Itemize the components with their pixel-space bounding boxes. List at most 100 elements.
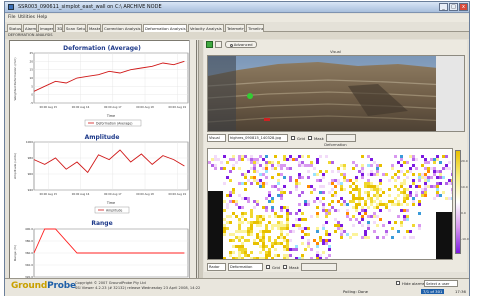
map-pixel [244,251,247,254]
map-pixel [412,203,415,206]
map-pixel [238,254,241,257]
map-pixel [355,197,358,200]
deformation-map[interactable] [207,148,453,260]
charts-scrollbar[interactable] [189,40,196,280]
menu-utilities[interactable]: Utilities [18,15,35,20]
map-pixel [421,191,424,194]
map-pixel [307,239,310,242]
map-mask-cell [220,239,223,242]
minimize-button[interactable]: _ [439,3,448,11]
map-pixel [286,215,289,218]
map-pixel [367,206,370,209]
deformation-ytick-label: 15 [29,68,33,72]
pin-icon[interactable] [215,41,222,48]
map-pixel [238,227,241,230]
add-icon[interactable] [206,41,213,48]
map-pixel [346,209,349,212]
tab-velocity-analysis[interactable]: Velocity Analysis [188,24,224,32]
deformation-mask-select[interactable] [301,263,337,271]
advanced-button[interactable]: Advanced [225,41,257,48]
map-pixel [232,164,235,167]
map-pixel [274,239,277,242]
deformation-ytick-label: 0 [31,93,33,97]
map-pixel [427,176,430,179]
visual-mask-checkbox[interactable] [308,136,312,140]
map-pixel [232,245,235,248]
map-pixel [379,203,382,206]
splitter[interactable] [198,40,203,280]
tab-correction-analysis[interactable]: Correction Analysis [102,24,142,32]
map-mask-cell [214,221,217,224]
tab-status[interactable]: Status [7,24,22,32]
scale-tick-label: 0.0 [461,211,466,215]
close-button[interactable]: x [459,3,468,11]
map-pixel [253,221,256,224]
map-pixel [427,185,430,188]
map-pixel [418,203,421,206]
map-mask-cell [448,248,451,251]
hide-alarms-checkbox[interactable] [396,281,400,285]
map-pixel [271,242,274,245]
map-pixel [436,188,439,191]
map-pixel [418,224,421,227]
range-yticks: 400.0380.0360.0340.0320.0 [25,227,33,279]
map-pixel [331,206,334,209]
map-pixel [226,221,229,224]
map-pixel [322,251,325,254]
tab-telemetry[interactable]: Telemetry [225,24,245,32]
visual-mask-select[interactable] [326,134,356,142]
map-mask-cell [214,251,217,254]
tab-masks[interactable]: Masks [87,24,101,32]
map-pixel [265,245,268,248]
tab-images[interactable]: Images [38,24,54,32]
map-pixel [241,206,244,209]
maximize-button[interactable]: □ [449,3,458,11]
map-pixel [277,188,280,191]
map-pixel [235,230,238,233]
map-pixel [235,236,238,239]
deformation-grid-checkbox[interactable] [266,265,270,269]
user-select[interactable]: Select a user [424,280,458,287]
map-pixel [241,155,244,158]
menu-file[interactable]: File [8,15,16,20]
map-pixel [325,215,328,218]
map-pixel [286,242,289,245]
map-mask-cell [439,230,442,233]
map-pixel [355,185,358,188]
map-mask-cell [220,221,223,224]
deformation-mode-select[interactable]: Deformation [228,263,263,271]
map-pixel [412,173,415,176]
map-pixel [271,245,274,248]
map-pixel [307,164,310,167]
map-pixel [433,197,436,200]
map-pixel [367,173,370,176]
map-pixel [379,209,382,212]
map-pixel [289,179,292,182]
tab-alarms[interactable]: Alarms [23,24,37,32]
tab-3d[interactable]: 3D [55,24,63,32]
menu-help[interactable]: Help [37,15,47,20]
map-pixel [232,233,235,236]
map-pixel [379,218,382,221]
map-pixel [283,206,286,209]
tab-scan-setup[interactable]: Scan Setup [64,24,86,32]
map-pixel [244,176,247,179]
map-pixel [322,185,325,188]
map-pixel [352,200,355,203]
map-mask-cell [439,248,442,251]
deformation-source-select[interactable]: Radar [207,263,226,271]
map-pixel [235,245,238,248]
polling-status: Polling: Done [343,289,368,294]
map-pixel [253,206,256,209]
map-mask-cell [436,239,439,242]
tab-timeline[interactable]: Timeline [246,24,264,32]
tab-deformation-analysis[interactable]: Deformation Analysis [143,24,187,32]
deformation-mask-checkbox[interactable] [283,265,287,269]
map-pixel [238,257,241,259]
visual-file-select[interactable]: highres_090815_140328.jpg [228,134,288,142]
visual-grid-checkbox[interactable] [291,136,295,140]
map-pixel [265,227,268,230]
map-pixel [400,221,403,224]
visual-type-select[interactable]: Visual [207,134,226,142]
map-pixel [238,155,241,158]
